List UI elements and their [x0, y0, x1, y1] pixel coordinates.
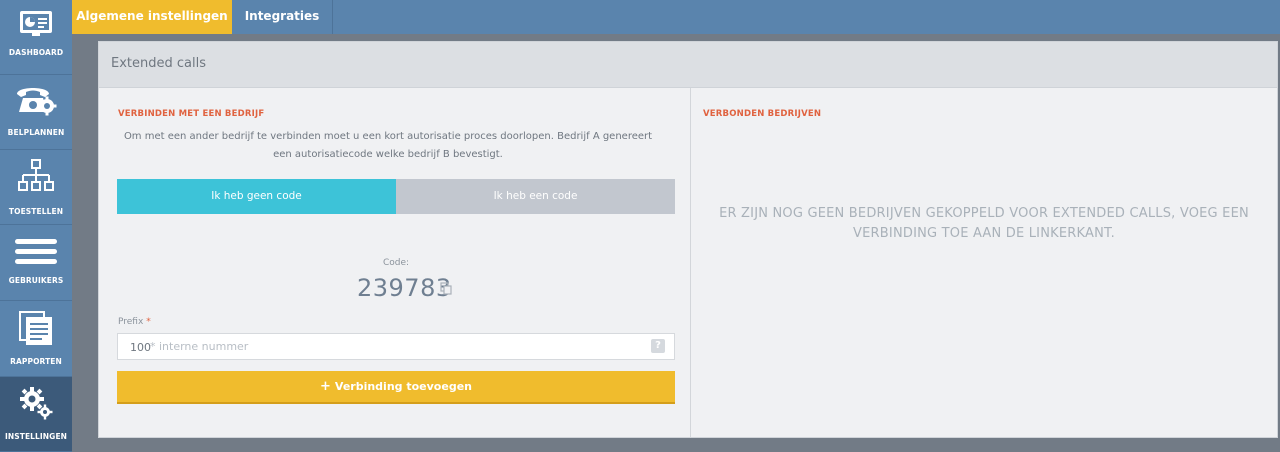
sidebar-item-toestellen[interactable]: TOESTELLEN: [0, 150, 72, 225]
sidebar-item-label: DASHBOARD: [8, 48, 64, 57]
sidebar-item-instellingen[interactable]: INSTELLINGEN: [0, 377, 72, 452]
code-value: 239783: [357, 274, 452, 302]
plus-icon: +: [320, 379, 331, 394]
sidebar-item-label: BELPLANNEN: [7, 128, 65, 137]
sidebar-item-label: TOESTELLEN: [8, 207, 64, 216]
connect-section-title: VERBINDEN MET EEN BEDRIJF: [118, 109, 265, 119]
panel-header: Extended calls: [99, 42, 1277, 88]
connect-description: Om met een ander bedrijf te verbinden mo…: [123, 131, 653, 160]
dashboard-icon: [20, 11, 52, 36]
connected-section-title: VERBONDEN BEDRIJVEN: [703, 109, 822, 119]
required-mark: *: [146, 317, 151, 327]
sidebar-item-dashboard[interactable]: DASHBOARD: [0, 0, 72, 75]
users-list-icon: [15, 239, 57, 264]
settings-gears-icon: [20, 387, 53, 420]
add-connection-button[interactable]: + Verbinding toevoegen: [117, 371, 675, 404]
code-toggle: Ik heb geen code Ik heb een code: [117, 179, 675, 214]
no-code-button[interactable]: Ik heb geen code: [117, 179, 396, 214]
prefix-label-text: Prefix: [118, 317, 144, 327]
prefix-input[interactable]: [150, 336, 630, 357]
have-code-button[interactable]: Ik heb een code: [396, 179, 675, 214]
sidebar-item-label: INSTELLINGEN: [4, 432, 68, 441]
sidebar-item-gebruikers[interactable]: GEBRUIKERS: [0, 225, 72, 301]
copy-icon[interactable]: [440, 282, 452, 295]
tab-algemene-instellingen[interactable]: Algemene instellingen: [72, 0, 232, 34]
sidebar-item-rapporten[interactable]: RAPPORTEN: [0, 301, 72, 377]
network-tree-icon: [18, 159, 54, 191]
panel-title: Extended calls: [111, 56, 206, 71]
sidebar: DASHBOARD BELPLANNEN TOESTELLEN GEBRUIKE…: [0, 0, 72, 452]
column-divider: [690, 88, 691, 437]
sidebar-item-label: GEBRUIKERS: [8, 276, 64, 285]
sidebar-item-label: RAPPORTEN: [10, 357, 62, 366]
tab-integraties[interactable]: Integraties: [232, 0, 333, 34]
empty-state-message: ER ZIJN NOG GEEN BEDRIJVEN GEKOPPELD VOO…: [719, 206, 1249, 241]
code-label: Code:: [382, 258, 410, 268]
prefix-label: Prefix *: [118, 317, 151, 327]
prefix-number: 100: [130, 341, 151, 354]
prefix-field[interactable]: 100 ?: [117, 333, 675, 360]
phone-gear-icon: [17, 88, 57, 116]
help-icon[interactable]: ?: [651, 339, 665, 353]
top-tab-bar: Algemene instellingen Integraties: [72, 0, 1280, 34]
reports-icon: [19, 311, 52, 345]
extended-calls-panel: Extended calls VERBINDEN MET EEN BEDRIJF…: [98, 41, 1278, 438]
sidebar-item-belplannen[interactable]: BELPLANNEN: [0, 75, 72, 150]
add-connection-label: Verbinding toevoegen: [334, 380, 472, 393]
